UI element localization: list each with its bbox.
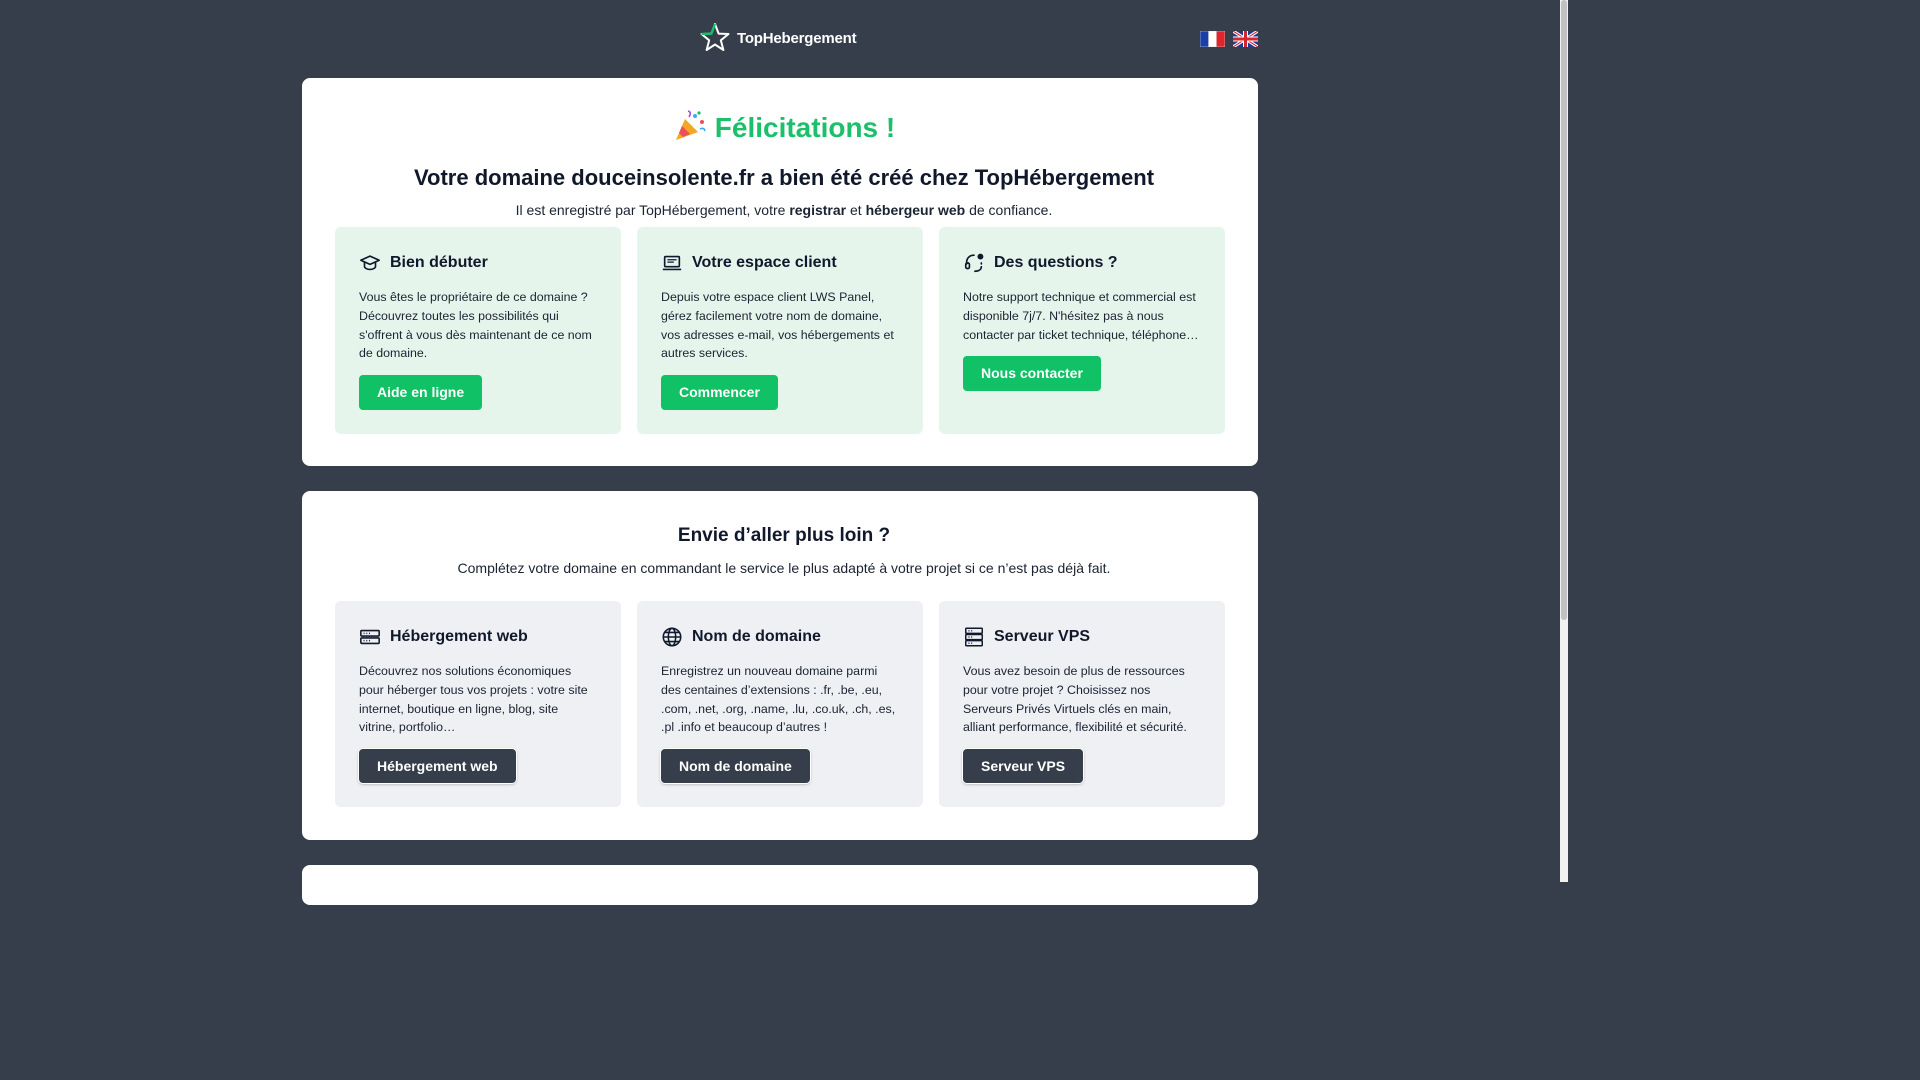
scrollbar-thumb[interactable] bbox=[1561, 0, 1567, 620]
next-panel bbox=[302, 865, 1258, 905]
serveur-vps-button[interactable]: Serveur VPS bbox=[963, 749, 1084, 784]
star-logo-icon bbox=[700, 23, 730, 51]
domain-created-headline: Votre domaine douceinsolente.fr a bien é… bbox=[413, 165, 1155, 190]
nous-contacter-button[interactable]: Nous contacter bbox=[963, 356, 1101, 392]
card-text: Depuis votre espace client LWS Panel, gé… bbox=[661, 290, 894, 361]
card-text: Notre support technique et commercial es… bbox=[963, 290, 1199, 342]
flag-fr-icon[interactable] bbox=[1200, 31, 1225, 47]
card-nom-de-domaine: Nom de domaine Enregistrez un nouveau do… bbox=[637, 601, 923, 807]
aide-en-ligne-button[interactable]: Aide en ligne bbox=[359, 375, 483, 411]
language-switcher bbox=[1200, 31, 1258, 47]
globe-icon bbox=[662, 627, 682, 647]
card-text: Vous êtes le propriétaire de ce domaine … bbox=[359, 290, 592, 361]
card-des-questions: Des questions ? Notre support technique … bbox=[939, 227, 1225, 434]
commencer-button[interactable]: Commencer bbox=[661, 375, 778, 411]
graduation-cap-icon bbox=[360, 255, 380, 271]
card-serveur-vps: Serveur VPS Vous avez besoin de plus de … bbox=[939, 601, 1225, 807]
section-subtitle: Complétez votre domaine en commandant le… bbox=[457, 560, 1111, 576]
card-title: Votre espace client bbox=[692, 254, 837, 271]
scrollbar[interactable] bbox=[1560, 0, 1568, 882]
nom-de-domaine-button[interactable]: Nom de domaine bbox=[661, 749, 810, 784]
laptop-icon bbox=[662, 255, 682, 271]
card-text: Enregistrez un nouveau domaine parmi des… bbox=[661, 664, 896, 735]
card-title: Nom de domaine bbox=[692, 628, 821, 645]
flag-en-icon[interactable] bbox=[1233, 31, 1258, 47]
card-hebergement-web: Hébergement web Découvrez nos solutions … bbox=[335, 601, 621, 807]
logo-text: TopHebergement bbox=[737, 29, 857, 47]
card-bien-debuter: Bien débuter Vous êtes le propriétaire d… bbox=[335, 227, 621, 434]
card-text: Découvrez nos solutions économiques pour… bbox=[359, 664, 588, 735]
card-title: Des questions ? bbox=[994, 254, 1118, 271]
card-title: Serveur VPS bbox=[994, 628, 1091, 645]
registrar-subline: Il est enregistré par TopHébergement, vo… bbox=[515, 202, 1053, 218]
card-title: Hébergement web bbox=[390, 628, 528, 645]
server-stack-icon bbox=[965, 627, 983, 647]
tophebergement-logo[interactable]: TopHebergement bbox=[699, 22, 857, 54]
support-headset-icon bbox=[964, 253, 984, 273]
card-title: Bien débuter bbox=[390, 254, 488, 271]
card-espace-client: Votre espace client Depuis votre espace … bbox=[637, 227, 923, 434]
section-title: Envie d’aller plus loin ? bbox=[677, 525, 891, 546]
server-icon bbox=[360, 629, 380, 645]
top-bar: TopHebergement bbox=[0, 0, 1560, 78]
party-popper-icon bbox=[673, 110, 707, 144]
hebergement-web-button[interactable]: Hébergement web bbox=[359, 749, 516, 784]
card-text: Vous avez besoin de plus de ressources p… bbox=[963, 664, 1187, 735]
congratulations-title: Félicitations ! bbox=[0, 110, 1568, 144]
